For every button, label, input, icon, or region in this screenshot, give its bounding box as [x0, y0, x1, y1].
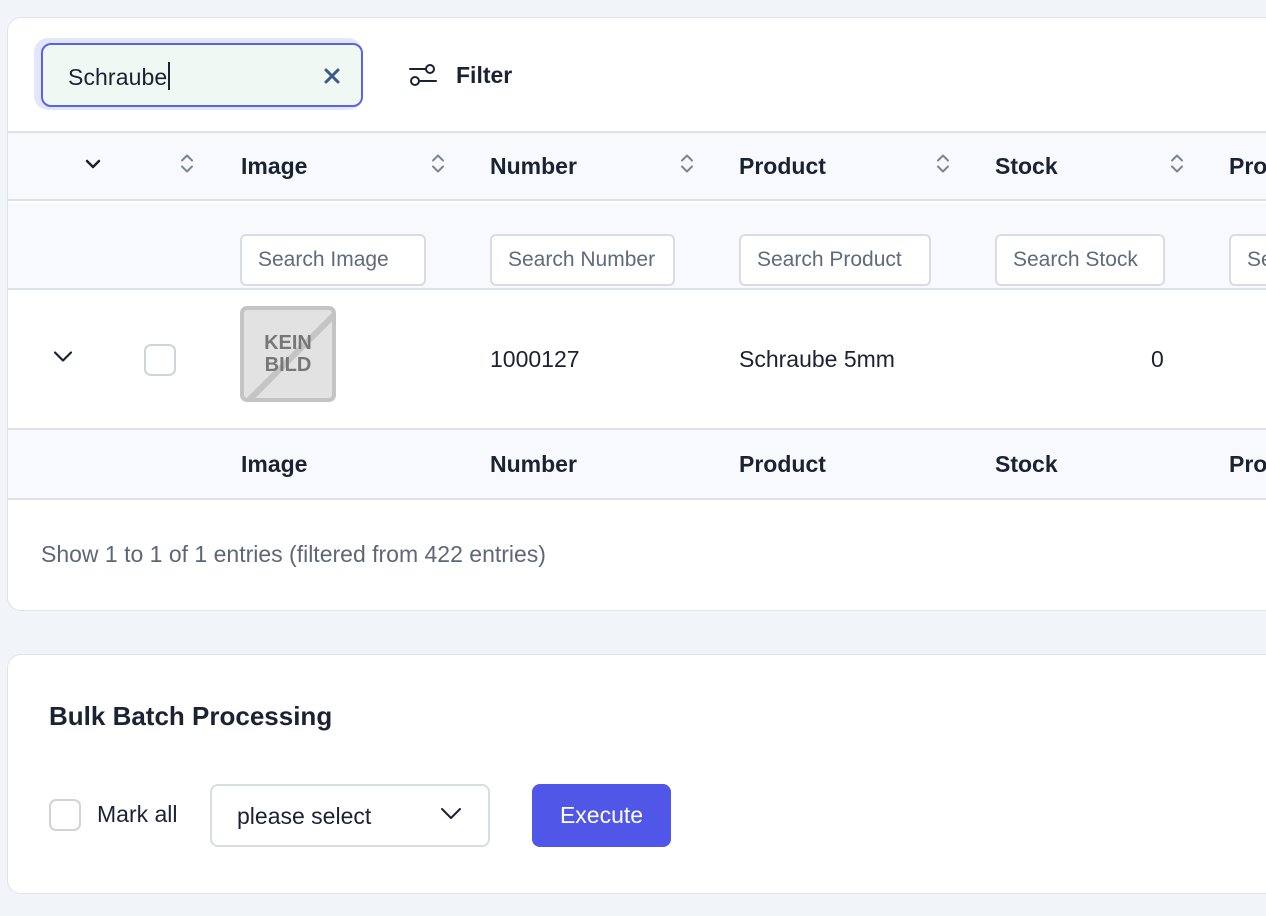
sort-icon: [432, 154, 444, 173]
search-stock-input[interactable]: [995, 234, 1165, 286]
text-caret: [168, 62, 171, 90]
product-stock: 0: [1151, 345, 1164, 372]
number-sort-button[interactable]: [680, 153, 694, 180]
product-name: Schraube 5mm: [739, 345, 895, 372]
no-image-label: KEIN BILD: [264, 332, 312, 376]
row-expand-button[interactable]: [52, 350, 74, 369]
bulk-action-selected: please select: [237, 803, 372, 829]
expand-all-toggle[interactable]: [84, 157, 102, 175]
column-header-stock[interactable]: Stock: [995, 153, 1058, 180]
execute-button[interactable]: Execute: [532, 784, 671, 847]
footer-number: Number: [490, 450, 577, 477]
global-search-focus-ring: Schraube: [34, 38, 363, 110]
search-product-input[interactable]: [739, 234, 931, 286]
chevron-down-icon: [85, 159, 101, 169]
chevron-down-icon: [53, 351, 73, 362]
table-footer-row: Image Number Product Stock Pro: [8, 430, 1266, 500]
global-search-value: Schraube: [68, 64, 168, 90]
footer-pro: Pro: [1229, 450, 1266, 477]
sort-icon: [937, 154, 949, 173]
sort-icon: [1171, 154, 1183, 173]
search-image-input[interactable]: [240, 234, 426, 286]
entries-summary: Show 1 to 1 of 1 entries (filtered from …: [41, 541, 546, 567]
sort-icon: [181, 154, 193, 173]
column-header-number[interactable]: Number: [490, 153, 577, 180]
column-header-pro[interactable]: Pro: [1229, 153, 1266, 180]
column-header-product[interactable]: Product: [739, 153, 826, 180]
bulk-processing-card: Bulk Batch Processing Mark all please se…: [7, 654, 1266, 894]
footer-image: Image: [241, 450, 308, 477]
bulk-action-select[interactable]: please select: [210, 784, 490, 847]
footer-stock: Stock: [995, 450, 1058, 477]
sliders-icon: [409, 64, 437, 86]
footer-product: Product: [739, 450, 826, 477]
column-header-image[interactable]: Image: [241, 153, 307, 180]
product-number: 1000127: [490, 345, 580, 372]
product-sort-button[interactable]: [936, 153, 950, 180]
row-select-checkbox[interactable]: [144, 344, 176, 376]
clear-search-button[interactable]: [320, 64, 344, 88]
global-search-input[interactable]: Schraube: [41, 43, 363, 107]
filter-label: Filter: [456, 61, 513, 88]
mark-all-label[interactable]: Mark all: [97, 801, 178, 828]
table-header-row: Image Number Product Stock Pro: [8, 131, 1266, 201]
search-pro-input[interactable]: [1229, 234, 1266, 286]
stock-sort-button[interactable]: [1170, 153, 1184, 180]
mark-all-checkbox[interactable]: [49, 799, 81, 831]
product-image-placeholder[interactable]: KEIN BILD: [240, 306, 336, 402]
bulk-processing-title: Bulk Batch Processing: [49, 701, 333, 731]
table-row[interactable]: KEIN BILD 1000127 Schraube 5mm 0: [8, 290, 1266, 430]
column-search-row: [8, 203, 1266, 290]
close-icon: [324, 68, 340, 84]
search-number-input[interactable]: [490, 234, 675, 286]
filter-button[interactable]: Filter: [408, 59, 512, 91]
products-table-card: Schraube Filter Image Number Product Sto…: [7, 17, 1266, 611]
select-column-sort-button[interactable]: [180, 153, 194, 180]
sort-icon: [681, 154, 693, 173]
image-sort-button[interactable]: [431, 153, 445, 180]
chevron-down-icon: [441, 808, 461, 819]
